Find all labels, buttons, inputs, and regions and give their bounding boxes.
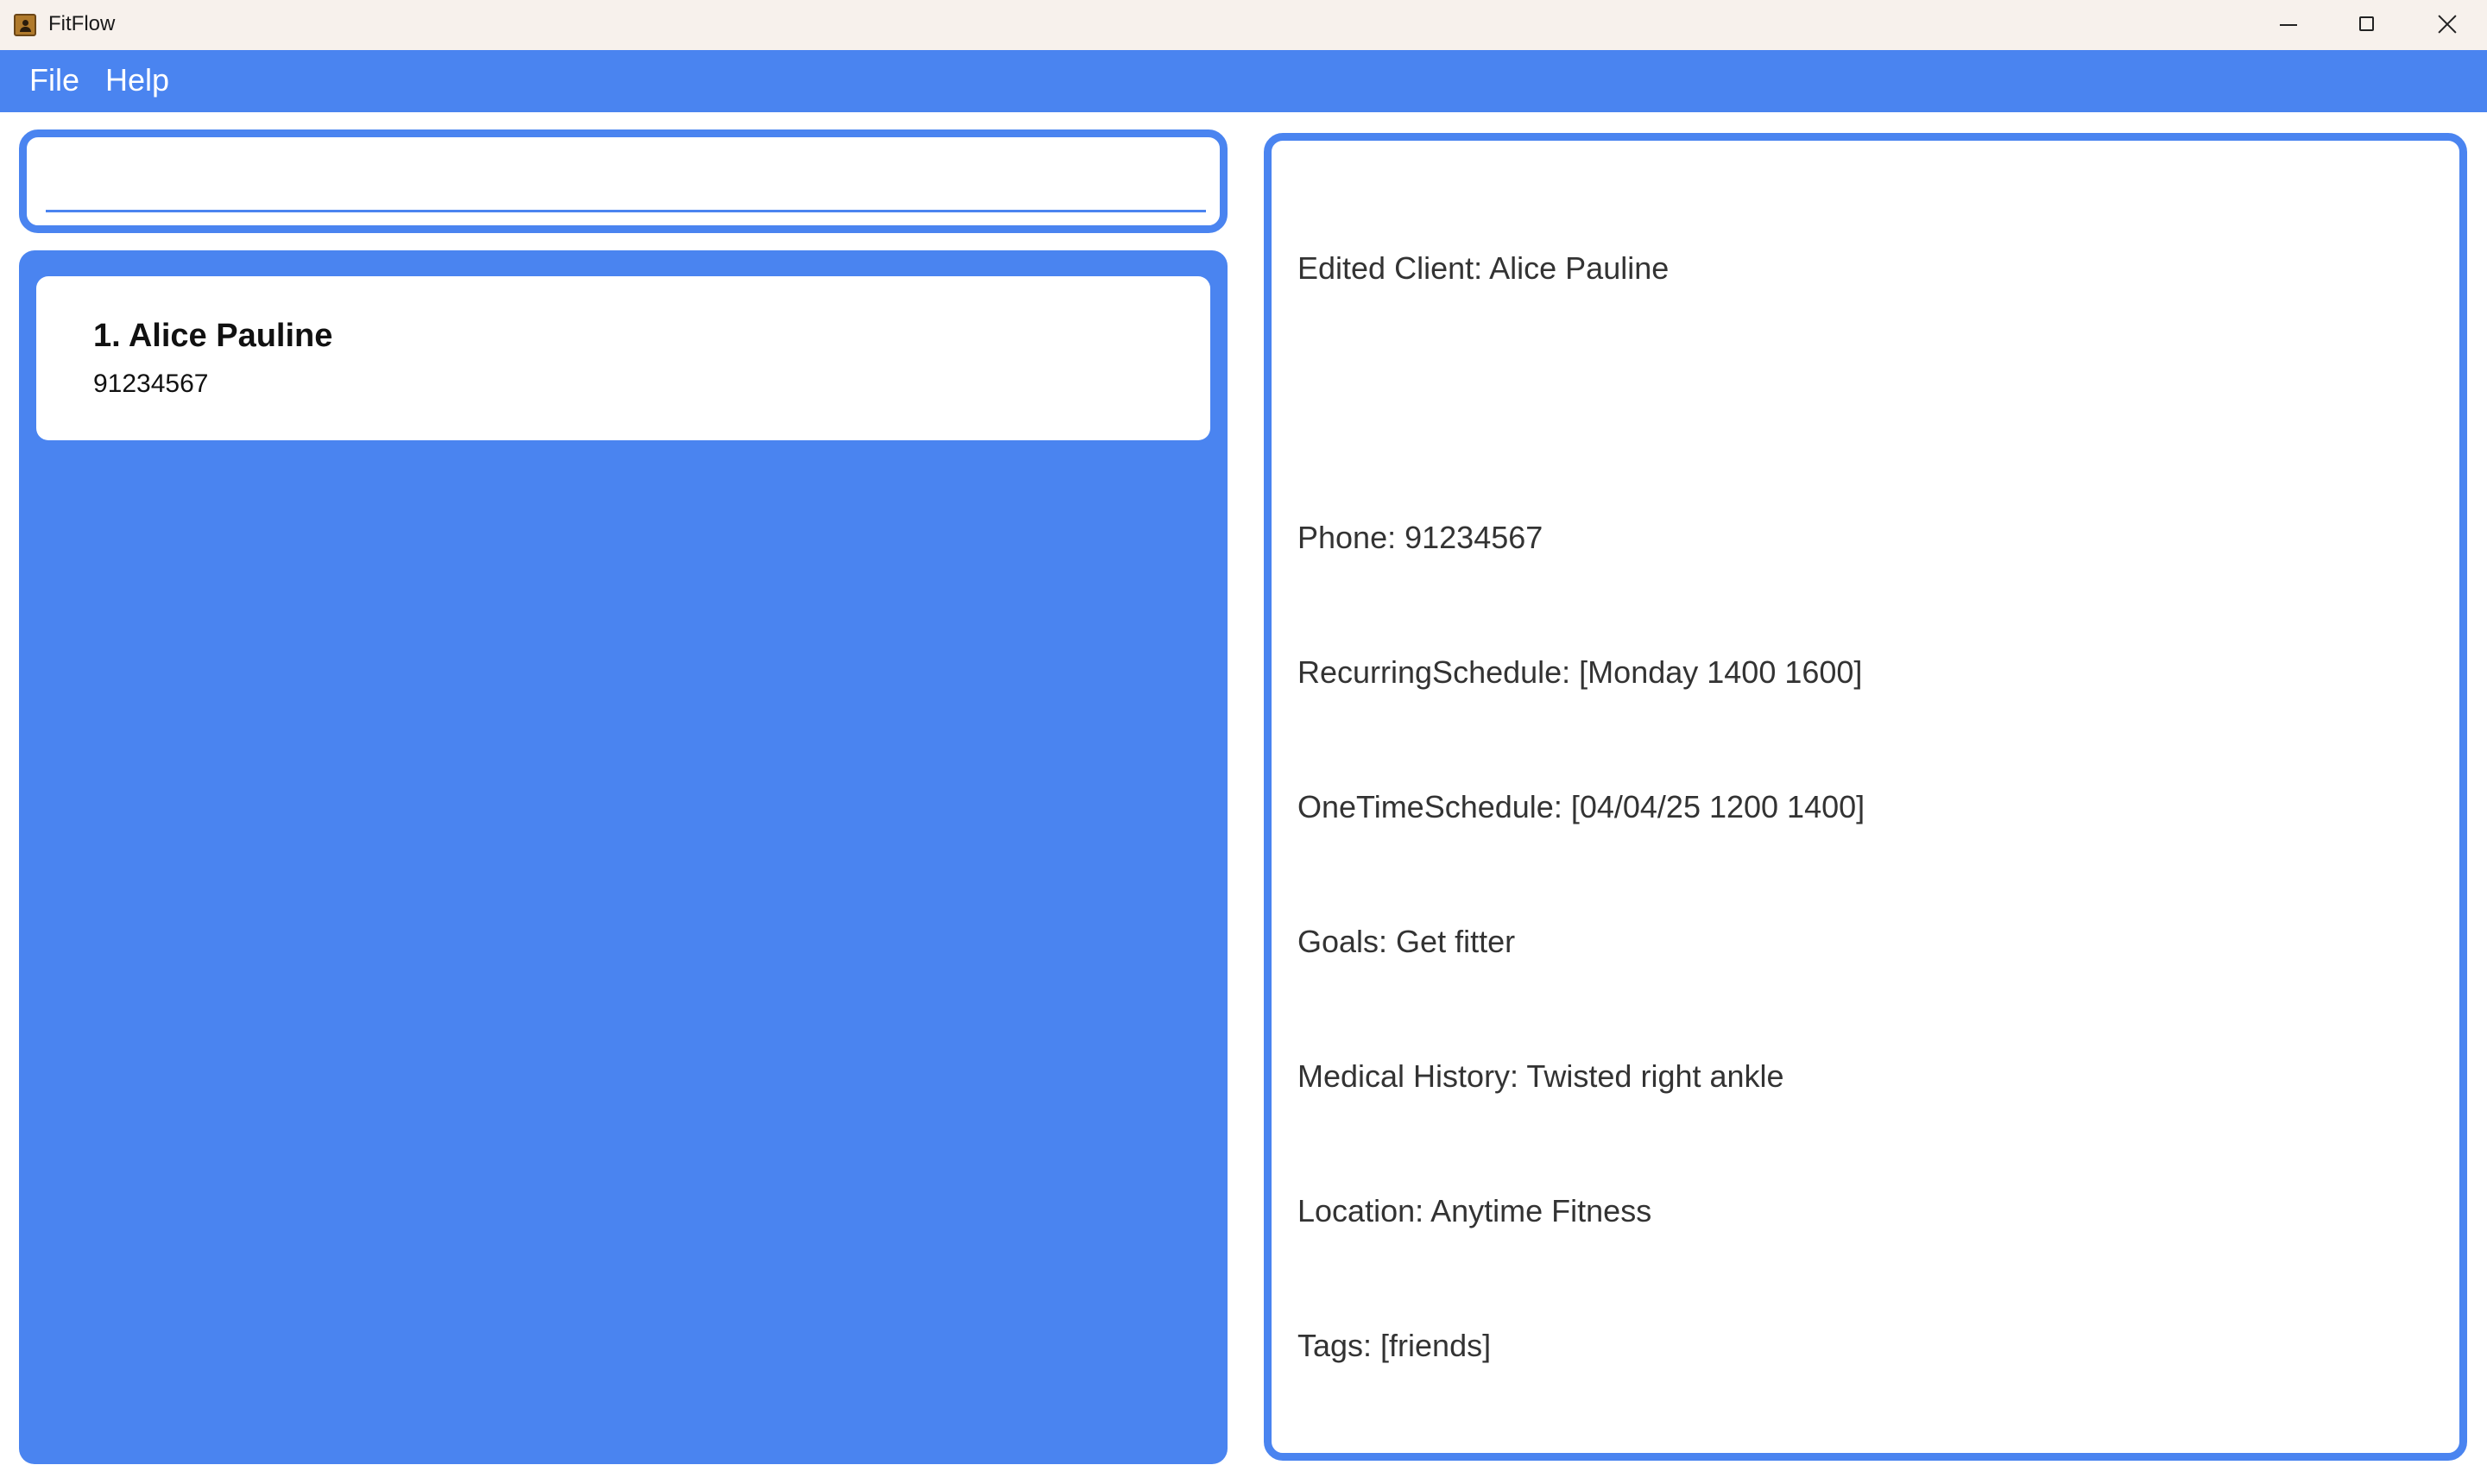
close-icon	[2435, 12, 2459, 36]
result-line-phone: Phone: 91234567	[1297, 520, 1543, 555]
result-line-tags: Tags: [friends]	[1297, 1328, 1492, 1363]
result-line-blank	[1297, 381, 2442, 426]
result-line-recurring-schedule: RecurringSchedule: [Monday 1400 1600]	[1297, 654, 1863, 690]
command-input[interactable]	[46, 148, 1206, 212]
client-name: 1. Alice Pauline	[93, 318, 333, 354]
close-button[interactable]	[2407, 0, 2486, 50]
title-bar: FitFlow	[0, 0, 2487, 50]
client-card[interactable]: 1. Alice Pauline 91234567	[36, 276, 1210, 440]
client-list-panel[interactable]: 1. Alice Pauline 91234567	[19, 250, 1228, 1464]
maximize-button[interactable]	[2327, 0, 2407, 50]
menu-bar: File Help	[0, 50, 2487, 112]
result-line-goals: Goals: Get fitter	[1297, 924, 1516, 959]
result-line-onetime-schedule: OneTimeSchedule: [04/04/25 1200 1400]	[1297, 789, 1865, 824]
result-text: Edited Client: Alice Pauline Phone: 9123…	[1297, 156, 2442, 1458]
result-line-location: Location: Anytime Fitness	[1297, 1193, 1652, 1228]
window-title: FitFlow	[48, 12, 116, 35]
contact-card-icon	[14, 14, 36, 36]
result-line-medical-history: Medical History: Twisted right ankle	[1297, 1058, 1784, 1094]
minimize-icon	[2280, 24, 2297, 26]
client-phone: 91234567	[93, 369, 209, 398]
menu-help[interactable]: Help	[105, 62, 169, 98]
menu-file[interactable]: File	[29, 62, 79, 98]
minimize-button[interactable]	[2248, 0, 2327, 50]
result-line-heading: Edited Client: Alice Pauline	[1297, 250, 1670, 286]
app-window: FitFlow File Help 1. Alice Pauline 91234…	[0, 0, 2487, 1484]
maximize-icon	[2359, 16, 2374, 31]
command-box	[19, 129, 1228, 233]
result-display[interactable]: Edited Client: Alice Pauline Phone: 9123…	[1264, 133, 2467, 1461]
